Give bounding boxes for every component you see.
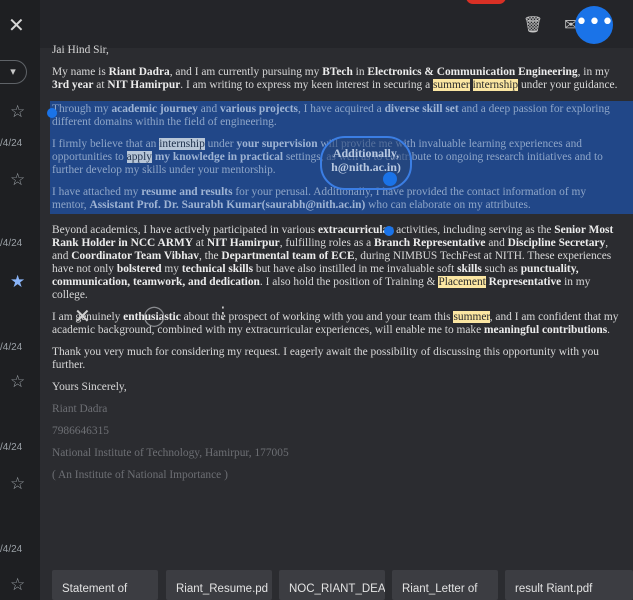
signature-phone: 7986646315 bbox=[52, 425, 109, 437]
more-vertical-icon[interactable]: ⋮ bbox=[215, 303, 231, 322]
list-item-date: /4/24 bbox=[0, 138, 23, 149]
list-item-date: /4/24 bbox=[0, 342, 23, 353]
star-icon[interactable]: ☆ bbox=[10, 170, 28, 190]
search-highlight: Placement bbox=[438, 276, 486, 288]
paragraph-extracurricular: Beyond academics, I have actively partic… bbox=[52, 224, 614, 301]
search-highlight: summer bbox=[453, 311, 490, 323]
attachment-chip[interactable]: result Riant.pdf bbox=[505, 570, 633, 600]
star-filled-icon[interactable]: ★ bbox=[10, 272, 28, 292]
email-toolbar bbox=[40, 0, 633, 48]
attachments-bar: Statement of Riant_Resume.pd NOC_RIANT_D… bbox=[52, 570, 633, 600]
email-body: Jai Hind Sir, My name is Riant Dadra, an… bbox=[50, 44, 633, 491]
attachment-chip[interactable]: Riant_Resume.pd bbox=[166, 570, 272, 600]
search-highlight: internship bbox=[472, 79, 519, 91]
magnifier-lens: Additionally, h@nith.ac.in) bbox=[320, 136, 412, 190]
greeting: Jai Hind Sir, bbox=[52, 44, 109, 56]
paragraph-thanks: Thank you very much for considering my r… bbox=[52, 346, 599, 371]
signature-tag: ( An Institute of National Importance ) bbox=[52, 469, 228, 481]
attachment-chip[interactable]: Statement of bbox=[52, 570, 158, 600]
message-list: ✕ ▾ ☆ /4/24 ☆ /4/24 ★ /4/24 ☆ /4/24 ☆ /4… bbox=[0, 0, 40, 600]
search-highlight: summer bbox=[433, 79, 470, 91]
paragraph-enthusiasm: I am genuinely enthusiastic about the pr… bbox=[52, 311, 619, 336]
list-item-date: /4/24 bbox=[0, 238, 23, 249]
magnifier-handle[interactable] bbox=[383, 172, 397, 186]
trash-icon[interactable]: 🗑 bbox=[522, 14, 544, 36]
more-options-button[interactable]: ••• bbox=[575, 6, 614, 44]
list-item-date: /4/24 bbox=[0, 442, 23, 453]
star-icon[interactable]: ☆ bbox=[10, 372, 28, 392]
star-icon[interactable]: ☆ bbox=[10, 474, 28, 494]
star-icon[interactable]: ☆ bbox=[10, 575, 28, 595]
paragraph-projects: Through my academic journey and various … bbox=[52, 103, 610, 128]
signature-name: Riant Dadra bbox=[52, 403, 108, 415]
mute-icon[interactable]: ✕ bbox=[74, 304, 91, 328]
search-highlight: internship bbox=[159, 138, 205, 150]
paragraph-attachments: I have attached my resume and results fo… bbox=[52, 186, 587, 211]
notification-badge bbox=[466, 0, 506, 4]
signature-org: National Institute of Technology, Hamirp… bbox=[52, 447, 289, 459]
folder-dropdown[interactable]: ▾ bbox=[0, 60, 27, 84]
closing: Yours Sincerely, bbox=[52, 381, 127, 393]
paragraph-intro: My name is Riant Dadra, and I am current… bbox=[52, 66, 618, 91]
attachment-chip[interactable]: NOC_RIANT_DEA bbox=[279, 570, 385, 600]
close-icon[interactable]: ✕ bbox=[8, 15, 26, 35]
list-item-date: /4/24 bbox=[0, 544, 23, 555]
attachment-chip[interactable]: Riant_Letter of bbox=[392, 570, 498, 600]
selection-end-handle[interactable] bbox=[384, 226, 394, 236]
mic-icon[interactable]: ◯ bbox=[143, 303, 165, 327]
star-icon[interactable]: ☆ bbox=[10, 102, 28, 122]
search-highlight: apply bbox=[126, 151, 152, 163]
selection-start-handle[interactable] bbox=[47, 108, 57, 118]
